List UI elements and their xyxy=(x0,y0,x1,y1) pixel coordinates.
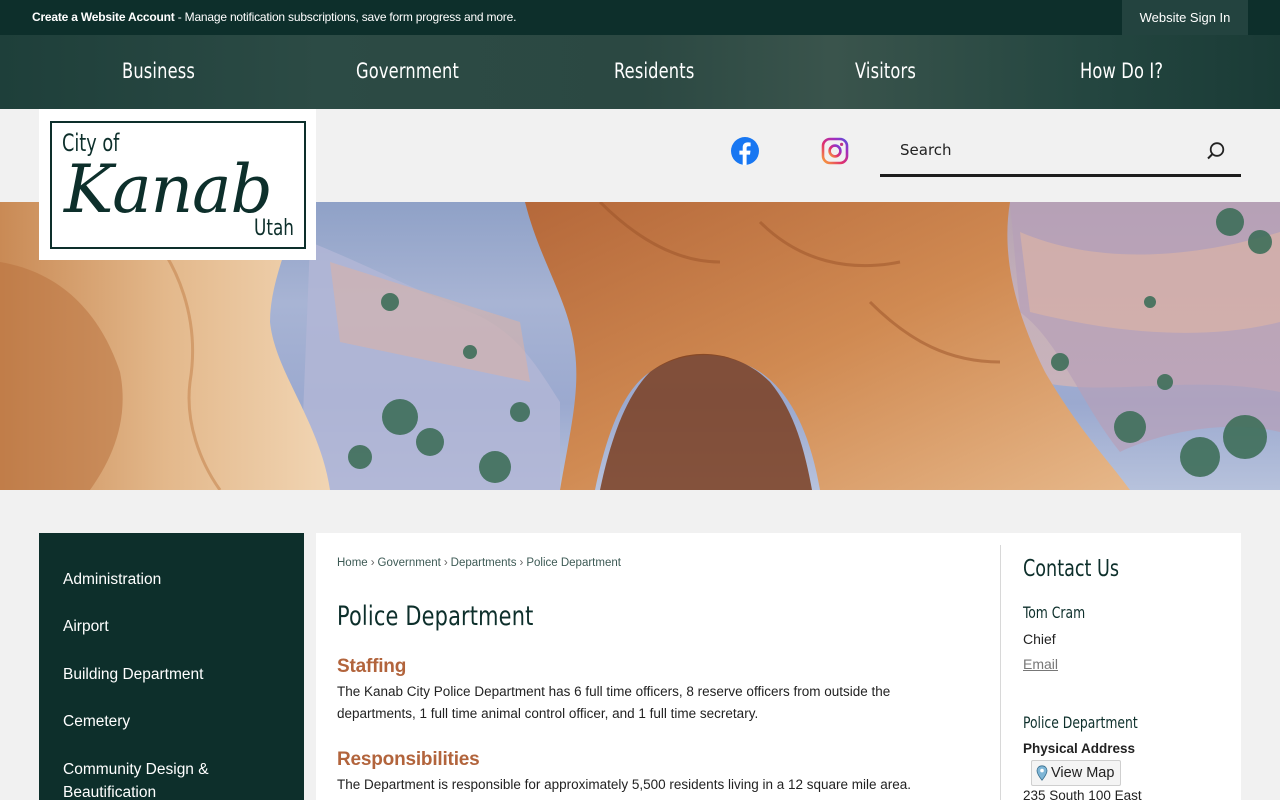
contact-person-name: Tom Cram xyxy=(1023,603,1086,622)
nav-item-residents[interactable]: Residents xyxy=(614,59,694,83)
map-pin-icon xyxy=(1036,765,1048,781)
view-map-label: View Map xyxy=(1051,765,1115,781)
sidebar-item-building-department[interactable]: Building Department xyxy=(63,663,283,686)
main-content: Home › Government › Departments › Police Depar… xyxy=(316,533,1241,800)
section-heading-responsibilities: Responsibilities xyxy=(337,749,480,770)
contact-person-role: Chief xyxy=(1023,631,1056,647)
breadcrumb: Home › Government › Departments › Police Depar… xyxy=(337,557,621,569)
sidebar-item-administration[interactable]: Administration xyxy=(63,568,283,591)
create-account-link[interactable]: Create a Website Account xyxy=(32,10,175,24)
breadcrumb-government[interactable]: Government xyxy=(378,557,441,569)
contact-heading: Contact Us xyxy=(1023,556,1120,582)
page-title: Police Department xyxy=(337,601,534,632)
account-bar: Create a Website Account - Manage notifi… xyxy=(0,0,1280,35)
search-input[interactable] xyxy=(880,127,1200,172)
breadcrumb-separator: › xyxy=(519,557,524,569)
section-text-responsibilities: The Department is responsible for approx… xyxy=(337,777,912,792)
physical-address-label: Physical Address xyxy=(1023,741,1136,756)
logo-frame: City of Kanab Utah xyxy=(50,121,306,249)
sidebar-item-cemetery[interactable]: Cemetery xyxy=(63,710,283,733)
create-account-description: - Manage notification subscriptions, sav… xyxy=(174,10,517,24)
logo-kanab: Kanab xyxy=(64,151,273,228)
main-nav: Business Government Residents Visitors H… xyxy=(0,35,1280,109)
breadcrumb-departments[interactable]: Departments xyxy=(451,557,517,569)
facebook-icon[interactable] xyxy=(731,137,759,165)
department-sidebar: Administration Airport Building Departme… xyxy=(39,533,304,800)
view-map-button[interactable]: View Map xyxy=(1031,760,1122,786)
content-divider xyxy=(1000,545,1001,800)
city-logo[interactable]: City of Kanab Utah xyxy=(39,109,316,260)
nav-item-business[interactable]: Business xyxy=(122,59,195,83)
sidebar-item-community-design[interactable]: Community Design & Beautification xyxy=(63,758,283,800)
breadcrumb-separator: › xyxy=(370,557,375,569)
section-heading-staffing: Staffing xyxy=(337,656,407,677)
sidebar-item-airport[interactable]: Airport xyxy=(63,615,283,638)
breadcrumb-home[interactable]: Home xyxy=(337,557,368,569)
nav-item-visitors[interactable]: Visitors xyxy=(855,59,916,83)
contact-email-link[interactable]: Email xyxy=(1023,656,1058,672)
nav-item-government[interactable]: Government xyxy=(356,59,459,83)
nav-item-how-do-i[interactable]: How Do I? xyxy=(1080,59,1163,83)
contact-department-name: Police Department xyxy=(1023,713,1138,732)
breadcrumb-current: Police Department xyxy=(526,557,621,569)
street-address: 235 South 100 East xyxy=(1023,788,1142,800)
section-text-staffing: The Kanab City Police Department has 6 f… xyxy=(337,684,891,721)
search-icon[interactable] xyxy=(1205,140,1227,162)
website-sign-in-button[interactable]: Website Sign In xyxy=(1122,0,1248,35)
breadcrumb-separator: › xyxy=(443,557,448,569)
create-account-text[interactable]: Create a Website Account - Manage notifi… xyxy=(32,10,516,24)
search-box xyxy=(880,127,1241,177)
instagram-icon[interactable] xyxy=(821,137,849,165)
logo-utah: Utah xyxy=(254,216,294,241)
